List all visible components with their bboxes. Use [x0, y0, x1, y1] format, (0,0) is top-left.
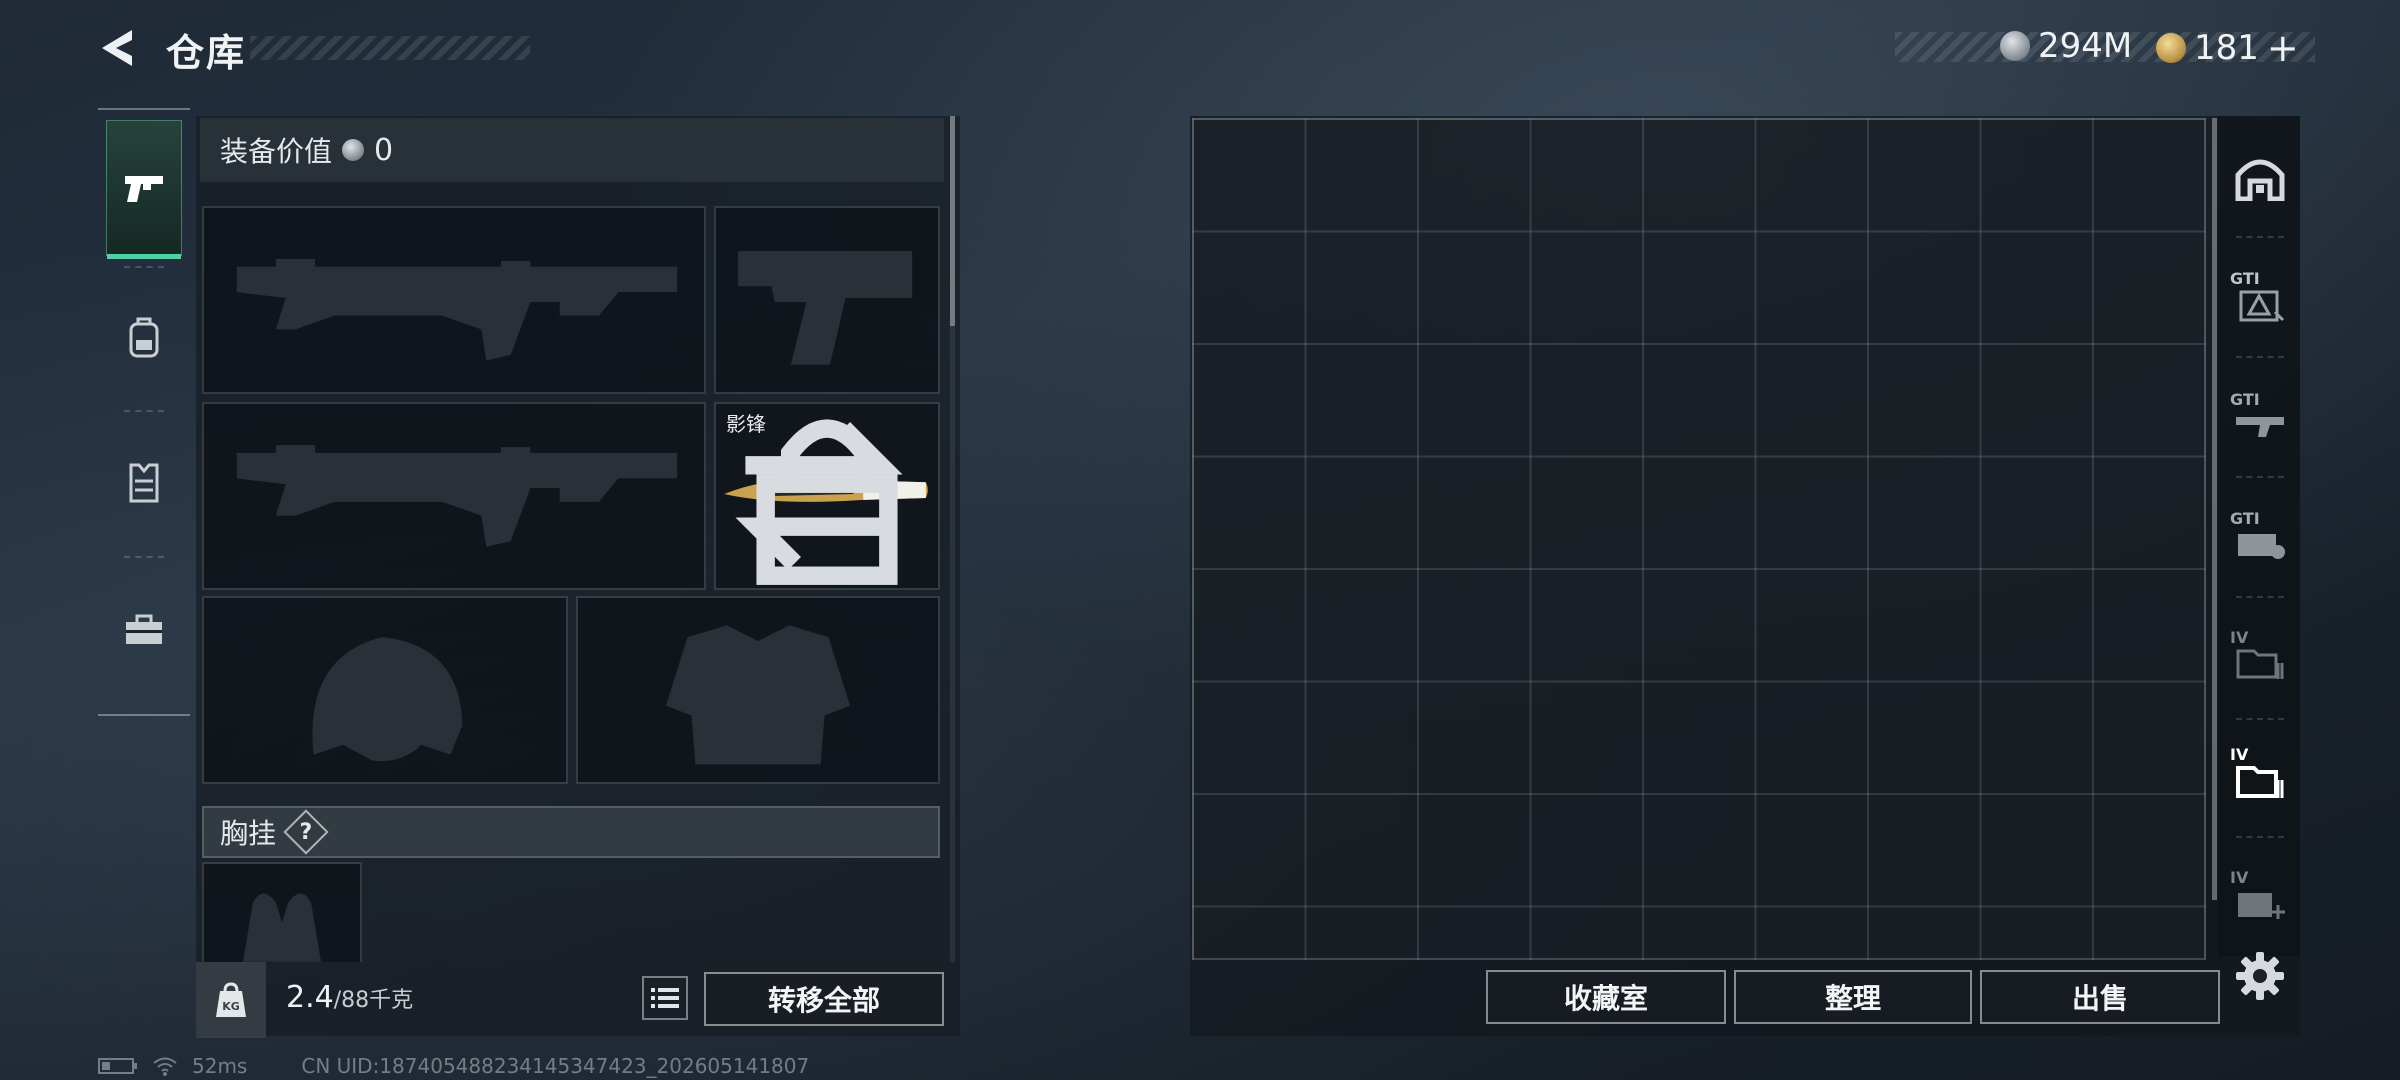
tab-backpack[interactable] [106, 270, 182, 406]
iv-medical-case-icon [2238, 892, 2285, 919]
pistol-silhouette-icon [737, 251, 913, 365]
stash-tab-gti-1[interactable]: GTI [2220, 254, 2300, 338]
armor-silhouette-icon [666, 625, 850, 765]
iv-folder-icon [2236, 649, 2284, 679]
equipment-scroll-thumb[interactable] [950, 116, 955, 326]
list-view-button[interactable] [642, 976, 688, 1020]
backpack-icon [129, 317, 159, 358]
secondary-weapon-slot[interactable] [202, 402, 706, 590]
gti-case-icon [2239, 290, 2285, 321]
weight-max: /88千克 [333, 988, 414, 1013]
melee-weapon-slot[interactable]: 影锋 [714, 402, 940, 590]
lock-icon [756, 419, 898, 585]
stash-tab-gti-3[interactable]: GTI [2220, 492, 2300, 576]
title-decoration [250, 36, 530, 60]
armor-slot[interactable] [576, 596, 940, 784]
status-bar: 52ms CN UID:1874054882341453474​23_20260… [98, 1054, 809, 1078]
weight-badge: KG [196, 962, 266, 1038]
primary-weapon-slot[interactable] [202, 206, 706, 394]
collection-room-button[interactable]: 收藏室 [1486, 970, 1726, 1024]
svg-text:KG: KG [222, 1000, 240, 1013]
help-icon[interactable]: ? [283, 809, 329, 855]
silver-coin-icon [342, 139, 365, 161]
silver-coin-icon [2000, 31, 2030, 61]
tab-chest-rig[interactable] [106, 414, 182, 550]
user-uid: CN UID:1874054882341453474​23_2026051418… [301, 1054, 810, 1078]
vest-icon [129, 463, 159, 503]
pistol-icon [125, 176, 163, 202]
helmet-silhouette-icon [312, 637, 463, 762]
home-safe-icon [2235, 159, 2285, 201]
ping: 52ms [192, 1054, 248, 1078]
battery-icon [98, 1058, 137, 1074]
iv-folder-active-icon [2236, 765, 2284, 798]
list-icon [651, 988, 679, 1008]
chest-rig-slot[interactable] [202, 862, 362, 962]
weight-icon: KG [216, 982, 246, 1017]
wifi-icon [153, 1057, 177, 1076]
sidearm-slot[interactable] [714, 206, 940, 394]
chest-rig-header: 胸挂 ? [202, 806, 940, 858]
back-button[interactable] [98, 26, 142, 70]
page-title: 仓库 [166, 31, 247, 75]
toolbox-icon [126, 614, 162, 644]
transfer-all-button[interactable]: 转移全部 [704, 972, 944, 1026]
equipment-value-label: 装备价值 [220, 135, 333, 168]
tab-toolbox[interactable] [106, 562, 182, 698]
weight-current: 2.4 [286, 980, 334, 1015]
equipment-value-bar: 装备价值 0 [200, 118, 944, 182]
tab-weapons[interactable] [106, 120, 182, 259]
carry-weight: 2.4/88千克 [286, 980, 413, 1015]
stash-tab-gti-2[interactable]: GTI [2220, 372, 2300, 456]
gold-coin-icon [2156, 33, 2186, 63]
gold-currency: 181 + [2156, 26, 2299, 70]
gear-icon [2236, 952, 2284, 1000]
stash-scrollbar[interactable] [2212, 118, 2217, 900]
rifle-silhouette-icon [236, 445, 678, 547]
add-currency-button[interactable]: + [2267, 26, 2299, 70]
gold-amount: 181 [2194, 28, 2259, 68]
stash-tab-iv-3[interactable]: IV [2220, 852, 2300, 936]
equipment-value: 0 [374, 132, 394, 168]
settings-button[interactable] [2232, 948, 2288, 1004]
chest-rig-silhouette-icon [243, 893, 321, 962]
back-arrow-icon [102, 30, 132, 66]
stash-tab-iv-2[interactable]: IV [2220, 730, 2300, 814]
stash-tab-main[interactable] [2220, 136, 2300, 220]
silver-currency: 294M [2000, 26, 2132, 66]
gti-ammo-case-icon [2238, 533, 2285, 559]
chest-rig-label: 胸挂 [220, 817, 277, 850]
rifle-silhouette-icon [236, 258, 678, 361]
stash-grid[interactable] [1192, 118, 2206, 960]
organize-button[interactable]: 整理 [1734, 970, 1972, 1024]
helmet-slot[interactable] [202, 596, 568, 784]
gti-weapon-case-icon [2236, 416, 2284, 437]
silver-amount: 294M [2038, 26, 2133, 66]
sell-button[interactable]: 出售 [1980, 970, 2220, 1024]
stash-tab-iv-1[interactable]: IV [2220, 612, 2300, 696]
